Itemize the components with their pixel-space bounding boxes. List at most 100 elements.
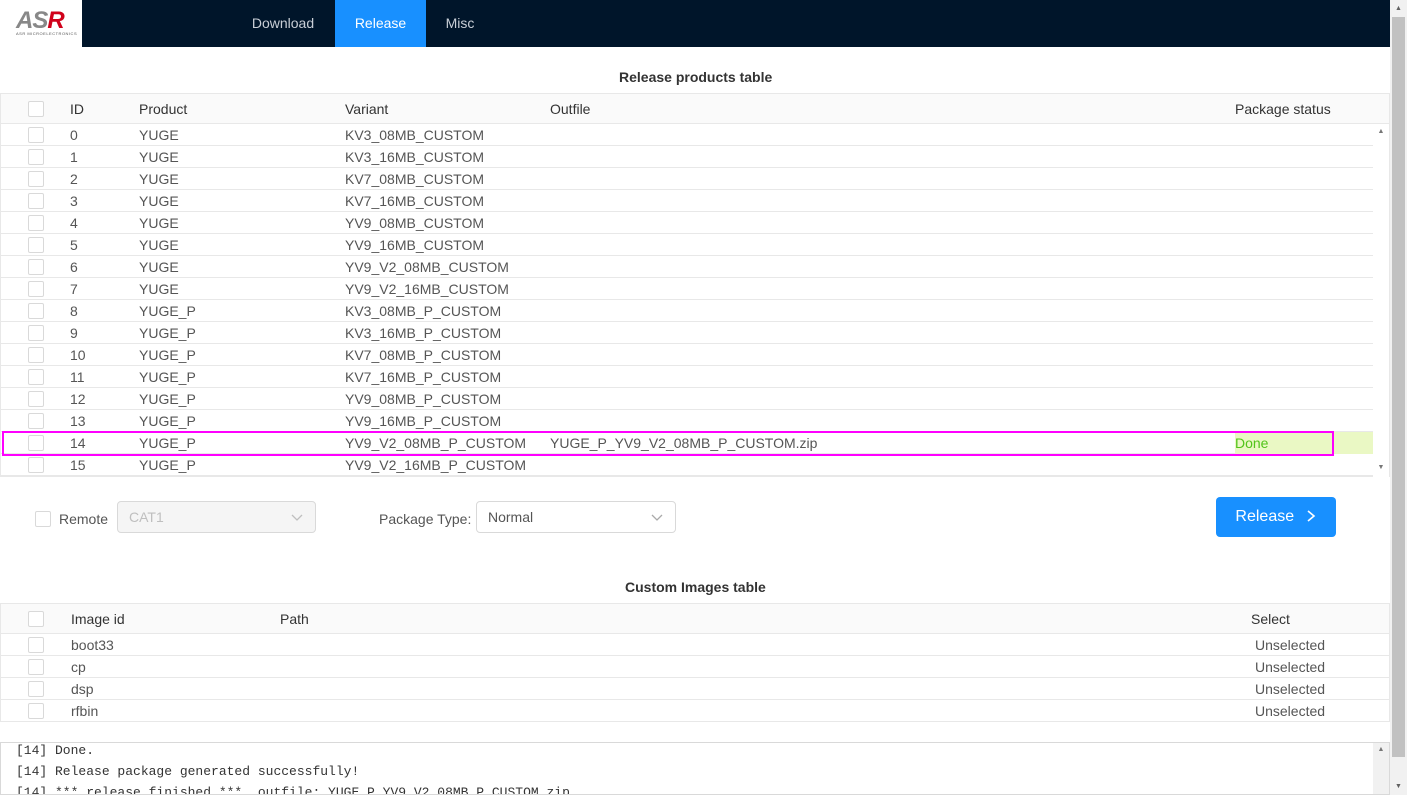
row-checkbox[interactable] xyxy=(28,457,44,473)
cell-id: 3 xyxy=(70,193,78,209)
row-checkbox[interactable] xyxy=(28,659,44,675)
release-products-table: ID Product Variant Outfile Package statu… xyxy=(0,93,1390,477)
cell-product: YUGE_P xyxy=(139,369,196,385)
log-scroll-up-icon[interactable]: ▲ xyxy=(1373,743,1389,757)
release-table-scrollbar[interactable]: ▲ ▼ xyxy=(1373,125,1389,477)
table-row[interactable]: boot33 Unselected xyxy=(1,634,1389,656)
cell-package-status: Done xyxy=(1235,432,1373,454)
row-checkbox[interactable] xyxy=(28,127,44,143)
cell-select: Unselected xyxy=(1255,681,1326,697)
row-checkbox[interactable] xyxy=(28,171,44,187)
row-checkbox[interactable] xyxy=(28,681,44,697)
row-checkbox[interactable] xyxy=(28,281,44,297)
table-row[interactable]: 7 YUGE YV9_V2_16MB_CUSTOM xyxy=(1,278,1373,300)
cell-package-status xyxy=(1235,366,1373,388)
row-checkbox[interactable] xyxy=(28,325,44,341)
table-row[interactable]: 8 YUGE_P KV3_08MB_P_CUSTOM xyxy=(1,300,1373,322)
scroll-down-icon[interactable]: ▼ xyxy=(1390,778,1407,795)
cell-variant: YV9_08MB_CUSTOM xyxy=(345,215,485,231)
select-all-checkbox[interactable] xyxy=(28,101,44,117)
tab-release[interactable]: Release xyxy=(335,0,426,47)
package-type-select[interactable]: Normal xyxy=(476,501,676,533)
row-checkbox[interactable] xyxy=(28,391,44,407)
row-checkbox[interactable] xyxy=(28,303,44,319)
column-header-select[interactable]: Select xyxy=(1251,604,1290,634)
top-nav-bar: ASR ASR MICROELECTRONICS Download Releas… xyxy=(0,0,1390,47)
table-row[interactable]: 5 YUGE YV9_16MB_CUSTOM xyxy=(1,234,1373,256)
table-row[interactable]: 15 YUGE_P YV9_V2_16MB_P_CUSTOM xyxy=(1,454,1373,476)
table-row[interactable]: 14 YUGE_P YV9_V2_08MB_P_CUSTOM YUGE_P_YV9_V… xyxy=(1,432,1373,454)
release-button[interactable]: Release xyxy=(1216,497,1336,537)
row-checkbox[interactable] xyxy=(28,237,44,253)
cell-variant: KV3_16MB_P_CUSTOM xyxy=(345,325,502,341)
package-type-value: Normal xyxy=(488,509,534,525)
images-select-all-checkbox[interactable] xyxy=(28,611,44,627)
tab-misc[interactable]: Misc xyxy=(430,0,490,47)
cell-package-status xyxy=(1235,234,1373,256)
log-output[interactable]: [14] Done. [14] Release package generated… xyxy=(0,742,1390,795)
column-header-outfile[interactable]: Outfile xyxy=(550,94,590,124)
cell-variant: YV9_16MB_CUSTOM xyxy=(345,237,485,253)
images-table-title: Custom Images table xyxy=(625,579,766,595)
table-scroll-down-icon[interactable]: ▼ xyxy=(1373,461,1389,475)
cell-variant: YV9_V2_16MB_P_CUSTOM xyxy=(345,457,527,473)
cell-product: YUGE xyxy=(139,149,179,165)
table-row[interactable]: 4 YUGE YV9_08MB_CUSTOM xyxy=(1,212,1373,234)
column-header-package-status[interactable]: Package status xyxy=(1235,94,1331,124)
row-checkbox[interactable] xyxy=(28,637,44,653)
row-checkbox[interactable] xyxy=(28,369,44,385)
table-row[interactable]: rfbin Unselected xyxy=(1,700,1389,722)
table-row[interactable]: 9 YUGE_P KV3_16MB_P_CUSTOM xyxy=(1,322,1373,344)
remote-checkbox[interactable] xyxy=(35,511,51,527)
table-row[interactable]: cp Unselected xyxy=(1,656,1389,678)
release-button-label: Release xyxy=(1235,508,1295,525)
cell-product: YUGE_P xyxy=(139,347,196,363)
row-checkbox[interactable] xyxy=(28,149,44,165)
cell-outfile: YUGE_P_YV9_V2_08MB_P_CUSTOM.zip xyxy=(550,435,818,451)
table-row[interactable]: 3 YUGE KV7_16MB_CUSTOM xyxy=(1,190,1373,212)
row-checkbox[interactable] xyxy=(28,215,44,231)
table-row[interactable]: 1 YUGE KV3_16MB_CUSTOM xyxy=(1,146,1373,168)
log-scrollbar[interactable]: ▲ xyxy=(1373,743,1389,794)
scroll-up-icon[interactable]: ▲ xyxy=(1390,0,1407,17)
tab-download[interactable]: Download xyxy=(236,0,330,47)
table-row[interactable]: 12 YUGE_P YV9_08MB_P_CUSTOM xyxy=(1,388,1373,410)
row-checkbox[interactable] xyxy=(28,347,44,363)
column-header-variant[interactable]: Variant xyxy=(345,94,388,124)
cell-package-status xyxy=(1235,190,1373,212)
row-checkbox[interactable] xyxy=(28,259,44,275)
log-line: [14] Release package generated successfu… xyxy=(16,764,360,779)
cell-product: YUGE xyxy=(139,193,179,209)
cell-package-status xyxy=(1235,344,1373,366)
cell-select: Unselected xyxy=(1255,637,1326,653)
table-row[interactable]: 0 YUGE KV3_08MB_CUSTOM xyxy=(1,124,1373,146)
table-row[interactable]: 10 YUGE_P KV7_08MB_P_CUSTOM xyxy=(1,344,1373,366)
column-header-path[interactable]: Path xyxy=(280,604,309,634)
cell-product: YUGE_P xyxy=(139,391,196,407)
row-checkbox[interactable] xyxy=(28,193,44,209)
table-row[interactable]: 2 YUGE KV7_08MB_CUSTOM xyxy=(1,168,1373,190)
column-header-id[interactable]: ID xyxy=(70,94,84,124)
column-header-product[interactable]: Product xyxy=(139,94,187,124)
table-row[interactable]: 11 YUGE_P KV7_16MB_P_CUSTOM xyxy=(1,366,1373,388)
cell-id: 0 xyxy=(70,127,78,143)
table-row[interactable]: 6 YUGE YV9_V2_08MB_CUSTOM xyxy=(1,256,1373,278)
row-checkbox[interactable] xyxy=(28,703,44,719)
cell-id: 10 xyxy=(70,347,86,363)
cell-id: 14 xyxy=(70,435,86,451)
table-scroll-up-icon[interactable]: ▲ xyxy=(1373,125,1389,139)
remote-label: Remote xyxy=(59,511,109,527)
page-scrollbar-thumb[interactable] xyxy=(1392,17,1405,757)
cell-id: 4 xyxy=(70,215,78,231)
row-checkbox[interactable] xyxy=(28,413,44,429)
table-row[interactable]: 13 YUGE_P YV9_16MB_P_CUSTOM xyxy=(1,410,1373,432)
cell-product: YUGE xyxy=(139,215,179,231)
custom-images-table: Image id Path Select boot33 Unselected cp U… xyxy=(0,603,1390,722)
cell-image-id: boot33 xyxy=(71,637,114,653)
page-scrollbar[interactable]: ▲ ▼ xyxy=(1390,0,1407,795)
table-row[interactable]: dsp Unselected xyxy=(1,678,1389,700)
column-header-image-id[interactable]: Image id xyxy=(71,604,125,634)
cell-image-id: rfbin xyxy=(71,703,99,719)
remote-select[interactable]: CAT1 xyxy=(117,501,316,533)
row-checkbox[interactable] xyxy=(28,435,44,451)
